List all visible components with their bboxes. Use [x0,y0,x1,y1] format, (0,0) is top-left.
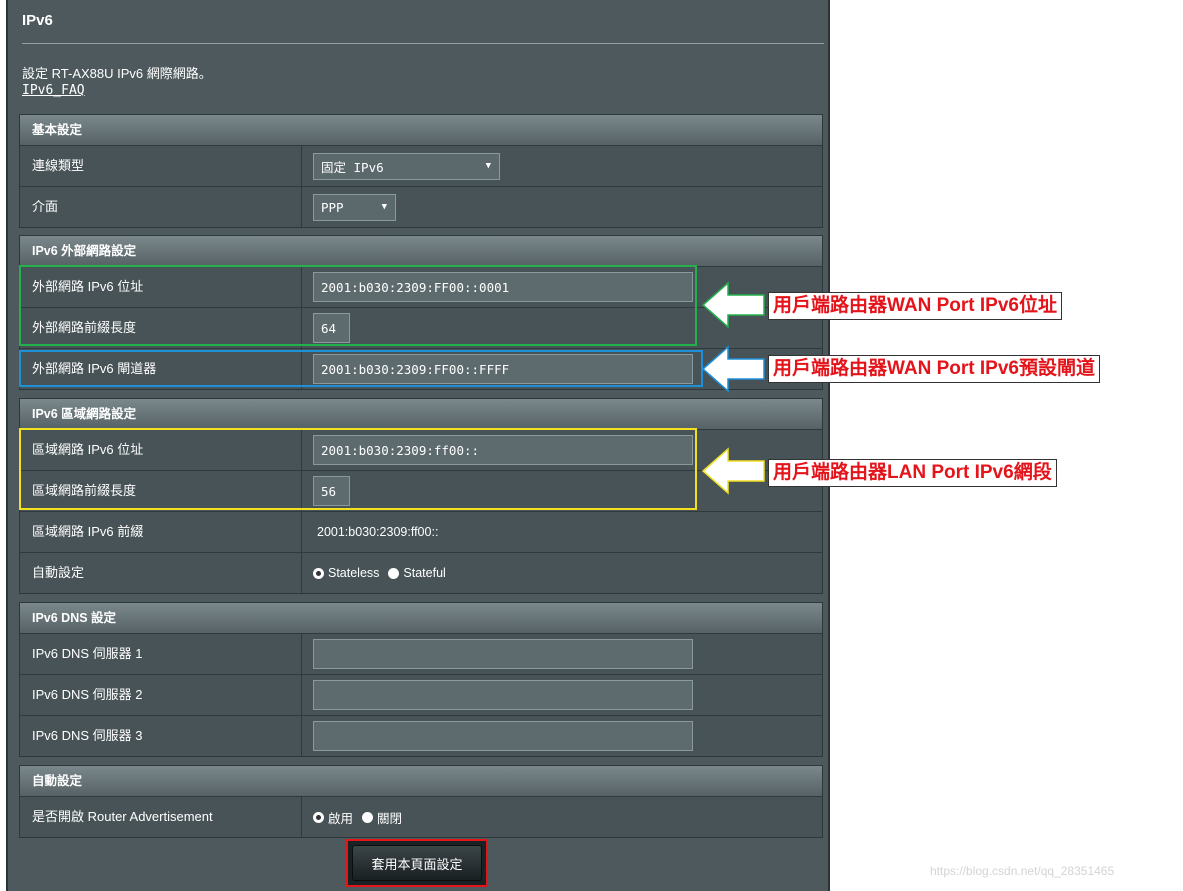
autoconf-stateful-radio[interactable]: Stateful [388,566,446,580]
router-advertisement-radio-group: 啟用 關閉 [313,797,411,837]
wan-gateway-annotation: 用戶端路由器WAN Port IPv6預設閘道 [768,355,1100,383]
section-dns-header: IPv6 DNS 設定 [20,603,822,633]
column-divider [301,797,302,837]
router-advertisement-enable-radio[interactable]: 啟用 [313,808,353,827]
interface-select[interactable]: PPP ▼ [313,193,396,221]
row-dns-2: IPv6 DNS 伺服器 2 [20,674,822,715]
page-title: IPv6 [22,12,53,29]
watermark: https://blog.csdn.net/qq_28351465 [930,864,1115,878]
title-divider [22,43,824,44]
radio-unselected-icon [388,567,400,579]
connection-type-select[interactable]: 固定 IPv6 ▼ [313,152,500,180]
section-basic-header: 基本設定 [20,115,822,145]
lan-prefix-length-label: 區域網路前綴長度 [32,483,137,498]
section-lan: IPv6 區域網路設定 區域網路 IPv6 位址 2001:b030:2309:… [19,398,823,594]
apply-button-highlight: 套用本頁面設定 [346,839,488,887]
section-auto: 自動設定 是否開啟 Router Advertisement 啟用 關閉 [19,765,823,838]
row-interface: 介面 PPP ▼ [20,186,822,227]
wan-prefix-input[interactable]: 64 [313,313,350,343]
wan-address-input[interactable]: 2001:b030:2309:FF00::0001 [313,272,693,302]
row-lan-prefix: 區域網路 IPv6 前綴 2001:b030:2309:ff00:: [20,511,822,552]
column-divider [301,512,302,552]
lan-address-label: 區域網路 IPv6 位址 [32,442,144,457]
lan-prefix-length-input[interactable]: 56 [313,476,350,506]
apply-button[interactable]: 套用本頁面設定 [352,845,482,881]
connection-type-value: 固定 IPv6 [321,159,384,175]
column-divider [301,308,302,348]
wan-address-label: 外部網路 IPv6 位址 [32,279,144,294]
radio-selected-icon [313,567,324,579]
autoconf-label: 自動設定 [32,565,85,580]
section-lan-header: IPv6 區域網路設定 [20,399,822,429]
column-divider [301,675,302,715]
autoconf-stateless-label: Stateless [328,566,380,580]
lan-segment-annotation: 用戶端路由器LAN Port IPv6網段 [768,459,1057,487]
dns-server-1-input[interactable] [313,639,693,669]
column-divider [301,187,302,227]
row-dns-3: IPv6 DNS 伺服器 3 [20,715,822,756]
column-divider [301,471,302,511]
wan-prefix-label: 外部網路前綴長度 [32,320,137,335]
dns-server-3-label: IPv6 DNS 伺服器 3 [32,728,143,743]
radio-selected-icon [313,811,324,823]
autoconf-stateless-radio[interactable]: Stateless [313,566,379,580]
interface-label: 介面 [32,199,59,214]
lan-address-input[interactable]: 2001:b030:2309:ff00:: [313,435,693,465]
faq-link[interactable]: IPv6_FAQ [22,83,85,98]
radio-unselected-icon [362,811,374,823]
row-autoconf: 自動設定 Stateless Stateful [20,552,822,593]
column-divider [301,349,302,389]
column-divider [301,430,302,470]
dropdown-arrow-icon: ▼ [485,161,491,171]
column-divider [301,553,302,593]
blue-arrow-icon [701,345,765,393]
wan-address-annotation: 用戶端路由器WAN Port IPv6位址 [768,292,1062,320]
lan-prefix-value: 2001:b030:2309:ff00:: [317,525,439,539]
lan-prefix-label: 區域網路 IPv6 前綴 [32,524,144,539]
row-connection-type: 連線類型 固定 IPv6 ▼ [20,145,822,186]
section-auto-header: 自動設定 [20,766,822,796]
autoconf-radio-group: Stateless Stateful [313,553,455,593]
router-advertisement-label: 是否開啟 Router Advertisement [32,809,213,824]
dns-server-2-input[interactable] [313,680,693,710]
row-router-advertisement: 是否開啟 Router Advertisement 啟用 關閉 [20,796,822,837]
column-divider [301,146,302,186]
wan-gateway-input[interactable]: 2001:b030:2309:FF00::FFFF [313,354,693,384]
column-divider [301,716,302,756]
router-advertisement-disable-radio[interactable]: 關閉 [362,808,402,827]
section-dns: IPv6 DNS 設定 IPv6 DNS 伺服器 1 IPv6 DNS 伺服器 … [19,602,823,757]
yellow-arrow-icon [701,447,765,495]
row-dns-1: IPv6 DNS 伺服器 1 [20,633,822,674]
connection-type-label: 連線類型 [32,158,85,173]
dns-server-2-label: IPv6 DNS 伺服器 2 [32,687,143,702]
router-advertisement-disable-label: 關閉 [377,811,403,826]
dropdown-arrow-icon: ▼ [381,202,387,212]
interface-value: PPP [321,199,344,215]
dns-server-3-input[interactable] [313,721,693,751]
page-description: 設定 RT-AX88U IPv6 網際網路。 [22,66,212,81]
column-divider [301,634,302,674]
autoconf-stateful-label: Stateful [403,566,446,580]
section-basic: 基本設定 連線類型 固定 IPv6 ▼ 介面 PPP ▼ [19,114,823,228]
dns-server-1-label: IPv6 DNS 伺服器 1 [32,646,143,661]
section-wan-header: IPv6 外部網路設定 [20,236,822,266]
green-arrow-icon [701,281,765,329]
column-divider [301,267,302,307]
wan-gateway-label: 外部網路 IPv6 閘道器 [32,361,157,376]
router-advertisement-enable-label: 啟用 [328,811,354,826]
